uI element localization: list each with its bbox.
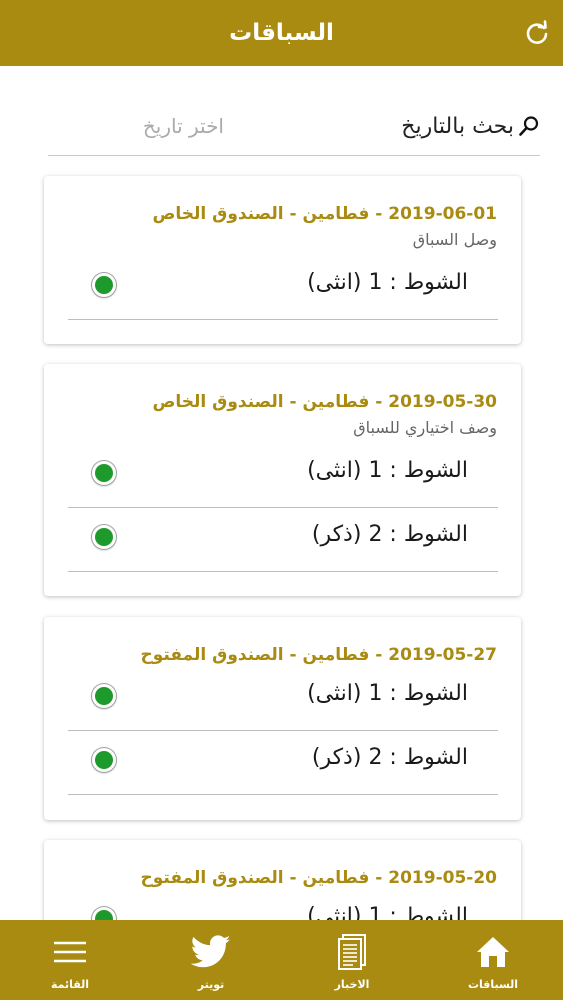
status-dot-icon (92, 684, 116, 708)
race-card[interactable]: 2019-06-01 - فطامين - الصندوق الخاص وصل … (44, 176, 521, 344)
heat-label: الشوط : 2 (ذكر) (311, 745, 468, 770)
nav-label: القائمة (50, 978, 90, 991)
menu-icon (52, 932, 88, 972)
nav-label: السباقات (467, 978, 519, 991)
status-dot-icon (92, 461, 116, 485)
date-picker-input[interactable] (74, 110, 224, 142)
page-title: السباقات (229, 20, 334, 46)
nav-label: تويتر (197, 978, 225, 991)
home-icon (474, 932, 512, 972)
refresh-icon (526, 20, 548, 44)
heat-label: الشوط : 1 (انثى) (307, 681, 468, 706)
app-header: السباقات (0, 0, 563, 66)
date-search-bar: بحث بالتاريخ (48, 100, 540, 156)
heat-row[interactable]: الشوط : 2 (ذكر) (68, 731, 498, 795)
news-icon (335, 932, 369, 972)
twitter-icon (191, 932, 231, 972)
status-dot-icon (92, 748, 116, 772)
race-title: 2019-05-30 - فطامين - الصندوق الخاص (152, 392, 498, 412)
search-icon (518, 115, 540, 137)
nav-item-news[interactable]: الاخبار (282, 920, 422, 1000)
race-card[interactable]: 2019-05-30 - فطامين - الصندوق الخاص وصف … (44, 364, 521, 596)
race-description: وصل السباق (412, 230, 497, 249)
race-card[interactable]: 2019-05-27 - فطامين - الصندوق المفتوح ال… (44, 617, 521, 820)
search-by-date-label: بحث بالتاريخ (401, 113, 514, 139)
heat-row[interactable]: الشوط : 1 (انثى) (68, 444, 498, 508)
heat-row[interactable]: الشوط : 1 (انثى) (68, 667, 498, 731)
bottom-nav: القائمة تويتر الاخبار السباقات (0, 920, 563, 1000)
heat-row[interactable]: الشوط : 1 (انثى) (68, 256, 498, 320)
refresh-button[interactable] (522, 18, 552, 48)
heat-row[interactable]: الشوط : 2 (ذكر) (68, 508, 498, 572)
race-title: 2019-05-27 - فطامين - الصندوق المفتوح (140, 645, 497, 665)
status-dot-icon (92, 273, 116, 297)
heat-label: الشوط : 1 (انثى) (307, 270, 468, 295)
nav-item-twitter[interactable]: تويتر (141, 920, 281, 1000)
race-description: وصف اختياري للسباق (353, 418, 497, 437)
status-dot-icon (92, 525, 116, 549)
search-by-date-button[interactable]: بحث بالتاريخ (401, 110, 540, 142)
nav-item-menu[interactable]: القائمة (0, 920, 140, 1000)
nav-label: الاخبار (334, 978, 370, 991)
race-title: 2019-05-20 - فطامين - الصندوق المفتوح (140, 868, 497, 888)
heat-label: الشوط : 2 (ذكر) (311, 522, 468, 547)
heat-label: الشوط : 1 (انثى) (307, 458, 468, 483)
nav-item-races[interactable]: السباقات (423, 920, 563, 1000)
race-title: 2019-06-01 - فطامين - الصندوق الخاص (152, 204, 498, 224)
